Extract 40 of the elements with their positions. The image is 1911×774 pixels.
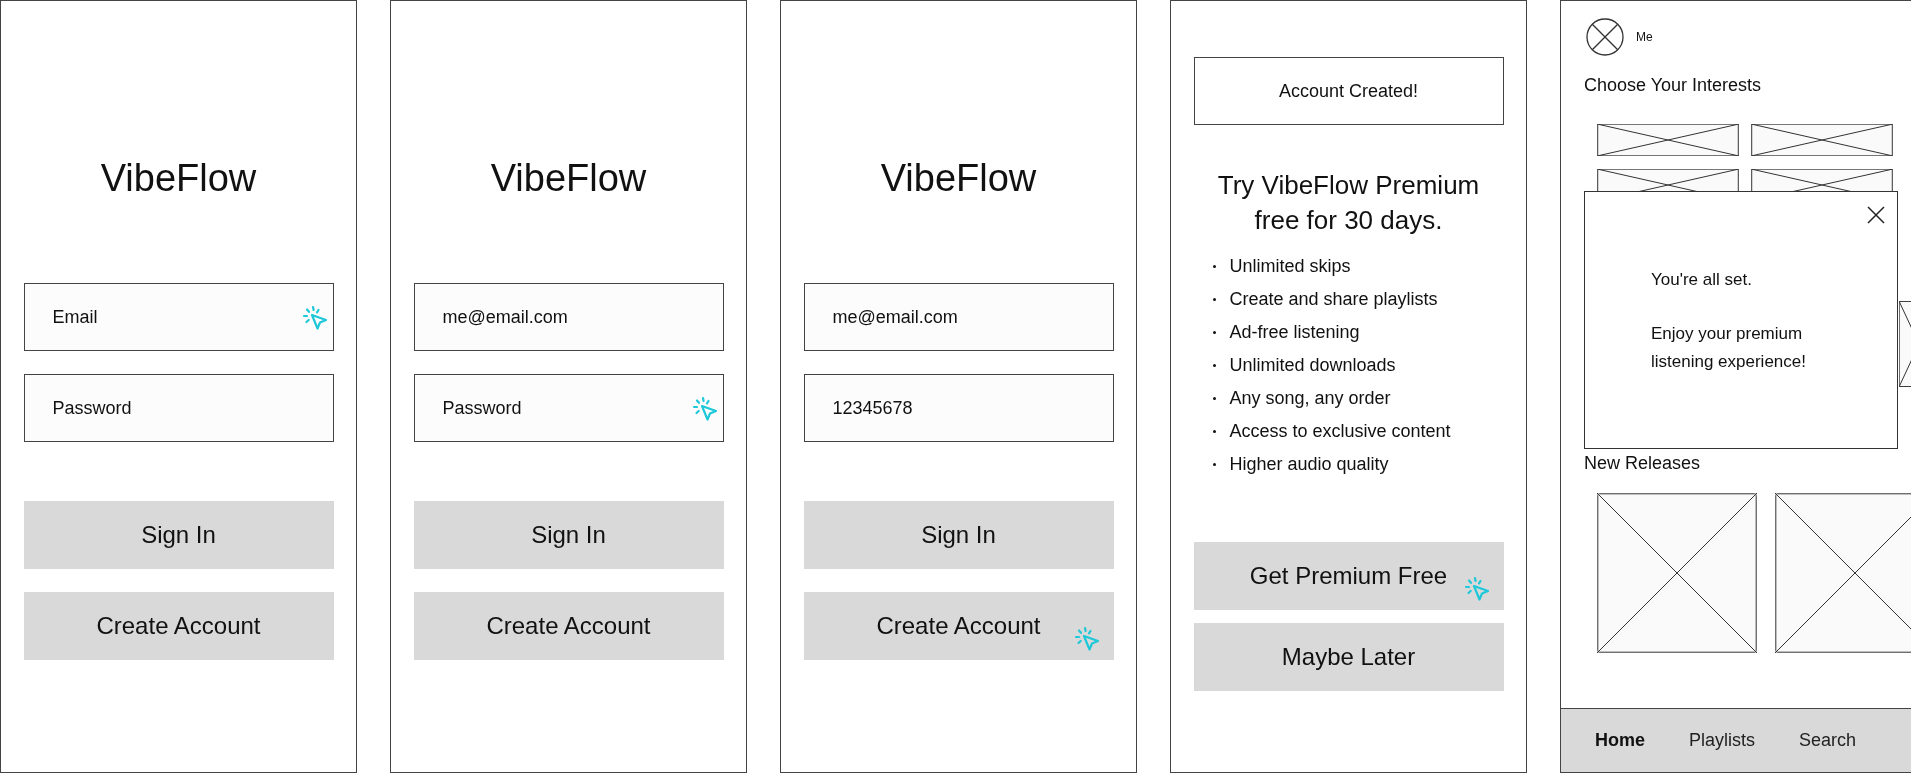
create-account-button[interactable]: Create Account — [803, 592, 1114, 660]
maybe-later-button[interactable]: Maybe Later — [1193, 623, 1504, 691]
email-field[interactable]: me@email.com — [413, 283, 724, 351]
click-cursor-icon — [1073, 626, 1100, 652]
app-title: VibeFlow — [880, 156, 1037, 201]
close-icon[interactable] — [1867, 206, 1885, 224]
click-cursor-icon — [1463, 576, 1490, 602]
feature-item: Access to exclusive content — [1198, 415, 1499, 448]
sign-in-button[interactable]: Sign In — [23, 501, 334, 569]
account-created-banner: Account Created! — [1193, 57, 1504, 125]
get-premium-button[interactable]: Get Premium Free — [1193, 542, 1504, 610]
nav-tab[interactable]: Home — [1595, 727, 1645, 754]
app-title: VibeFlow — [490, 156, 647, 201]
feature-item: Ad-free listening — [1198, 316, 1499, 349]
feature-item: Unlimited downloads — [1198, 349, 1499, 382]
section-title: New Releases — [1583, 452, 1702, 475]
click-cursor-icon — [301, 305, 328, 331]
dialog-message: You're all set. — [1651, 269, 1753, 291]
create-account-button[interactable]: Create Account — [413, 592, 724, 660]
feature-item: Create and share playlists — [1198, 283, 1499, 316]
section-title: Choose Your Interests — [1583, 74, 1763, 97]
dialog-message: Enjoy your premium listening experience! — [1651, 323, 1807, 373]
feature-item: Higher audio quality — [1198, 448, 1499, 481]
sign-in-button[interactable]: Sign In — [413, 501, 724, 569]
create-account-button[interactable]: Create Account — [23, 592, 334, 660]
app-title: VibeFlow — [100, 156, 257, 201]
offer-heading: Try VibeFlow Premium free for 30 days. — [1216, 169, 1481, 237]
nav-tab[interactable]: Playlists — [1689, 727, 1756, 754]
email-field[interactable]: me@email.com — [803, 283, 1114, 351]
avatar-icon[interactable] — [1586, 18, 1624, 56]
password-field[interactable]: Password — [413, 374, 724, 442]
feature-item: Unlimited skips — [1198, 250, 1499, 283]
sign-in-button[interactable]: Sign In — [803, 501, 1114, 569]
profile-label: Me — [1636, 29, 1653, 46]
email-field[interactable]: Email — [23, 283, 334, 351]
nav-tab[interactable]: Search — [1799, 727, 1857, 754]
feature-item: Any song, any order — [1198, 382, 1499, 415]
password-field[interactable]: Password — [23, 374, 334, 442]
password-field[interactable]: 12345678 — [803, 374, 1114, 442]
click-cursor-icon — [691, 396, 718, 422]
